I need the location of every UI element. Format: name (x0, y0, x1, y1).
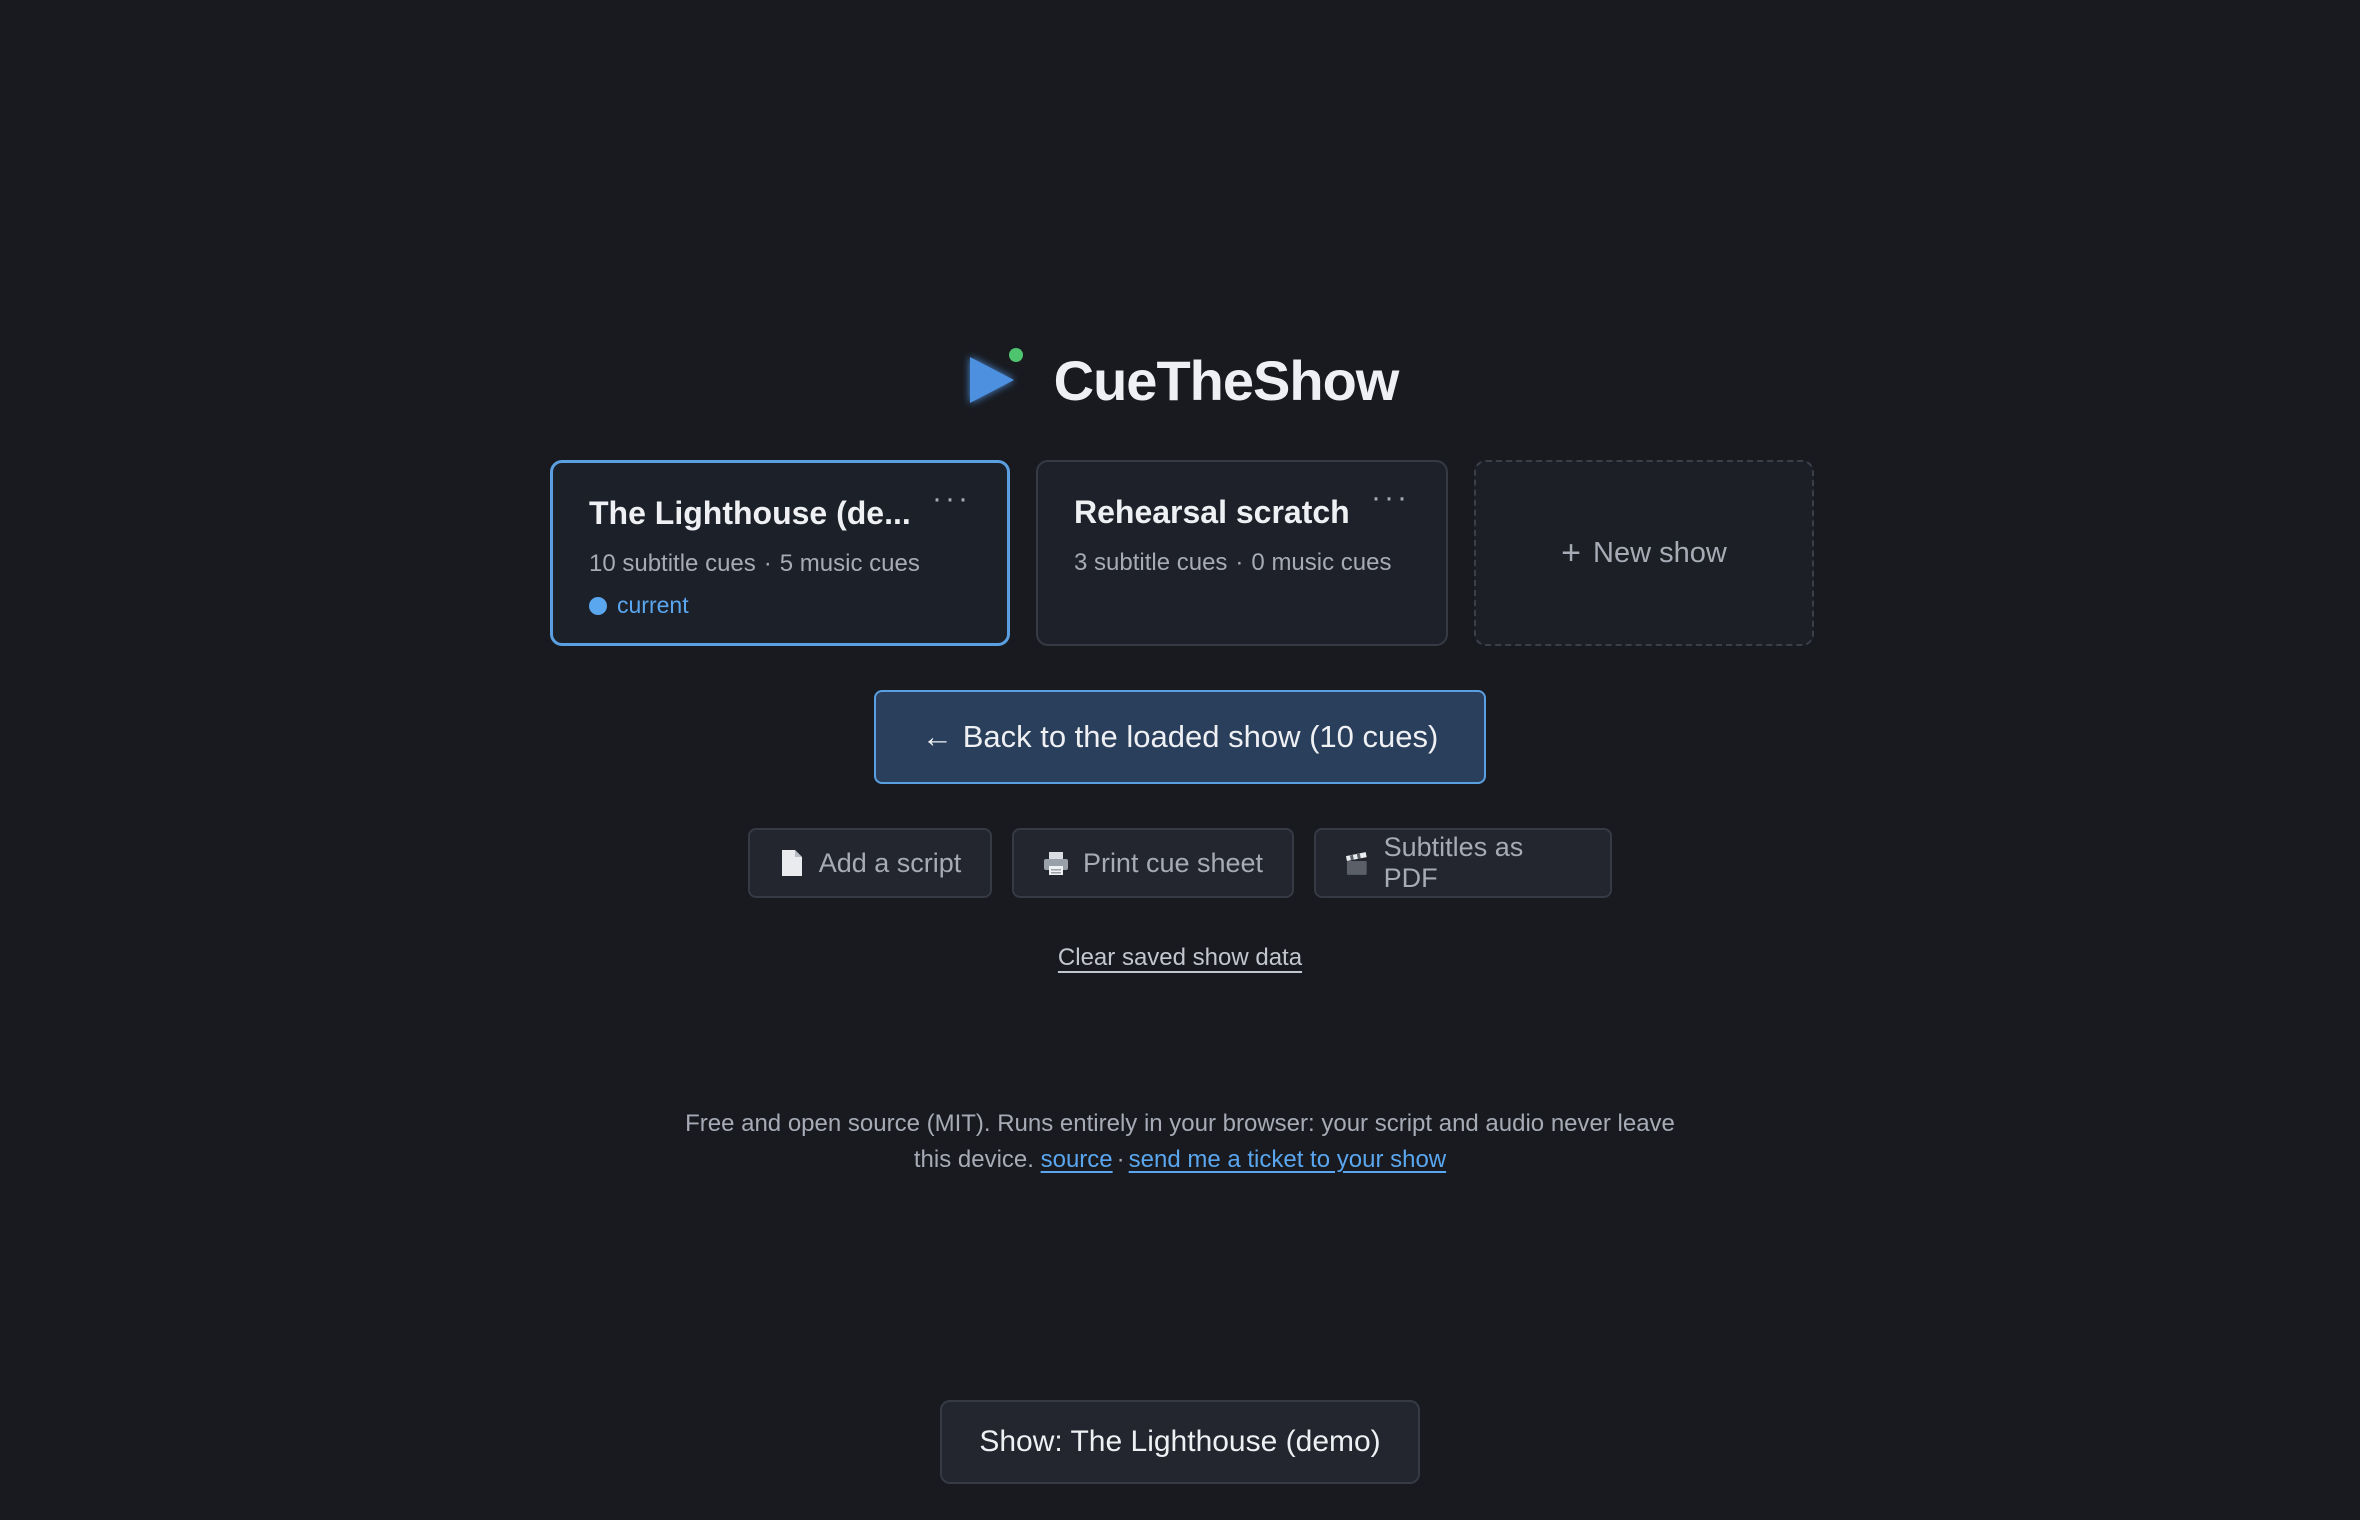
meta-separator: · (1235, 549, 1244, 576)
clear-saved-data-link[interactable]: Clear saved show data (1058, 944, 1302, 971)
music-cue-count: 0 music cues (1251, 549, 1392, 576)
show-card-current[interactable]: The Lighthouse (de... 10 subtitle cues · 5… (550, 460, 1010, 646)
footer-separator: · (1116, 1146, 1125, 1173)
new-show-button[interactable]: + New show (1474, 460, 1814, 646)
current-status-badge: current (589, 592, 971, 619)
status-label: current (617, 592, 689, 618)
subtitle-cue-count: 3 subtitle cues (1074, 549, 1228, 576)
current-show-pill[interactable]: Show: The Lighthouse (demo) (940, 1400, 1420, 1484)
printer-icon (1043, 852, 1068, 875)
app-logo: CueTheShow (0, 330, 2360, 430)
app-name: CueTheShow (1053, 348, 1400, 412)
music-cue-count: 5 music cues (779, 550, 920, 577)
footer-text: Free and open source (MIT). Runs entirel… (680, 1106, 1680, 1178)
more-horizontal-icon[interactable]: ··· (932, 484, 971, 514)
show-card-title: Rehearsal scratch (1074, 494, 1350, 530)
source-link[interactable]: source (1041, 1146, 1113, 1173)
show-list: The Lighthouse (de... 10 subtitle cues · 5… (550, 460, 1814, 646)
print-cue-sheet-label: Print cue sheet (1082, 847, 1264, 878)
more-horizontal-icon[interactable]: ··· (1371, 483, 1410, 513)
page: CueTheShow The Lighthouse (de... 10 subt… (0, 0, 2360, 1520)
back-to-loaded-show-button[interactable]: ← Back to the loaded show (10 cues) (874, 690, 1486, 784)
add-script-label: Add a script (818, 847, 962, 878)
show-card-rehearsal[interactable]: Rehearsal scratch 3 subtitle cues · 0 musi… (1036, 460, 1448, 646)
status-dot-icon (589, 596, 607, 615)
subtitles-pdf-label: Subtitles as PDF (1383, 832, 1524, 893)
arrow-left-icon: ← (921, 719, 953, 754)
print-cue-sheet-button[interactable]: Print cue sheet (1012, 828, 1294, 898)
new-show-label: New show (1593, 536, 1727, 569)
play-logo-icon (962, 347, 1028, 413)
plus-icon: + (1561, 534, 1582, 572)
show-card-meta: 10 subtitle cues · 5 music cues (589, 550, 971, 578)
add-script-button[interactable]: Add a script (748, 828, 992, 898)
document-icon (781, 850, 802, 876)
clear-data-row: Clear saved show data (0, 944, 2360, 972)
clapperboard-icon (1345, 852, 1367, 875)
meta-separator: · (763, 550, 772, 577)
ticket-link[interactable]: send me a ticket to your show (1129, 1146, 1446, 1173)
subtitle-cue-count: 10 subtitle cues (589, 550, 756, 577)
back-button-label: Back to the loaded show (10 cues) (962, 719, 1439, 754)
tool-buttons: Add a script Print cue sheet Subtitles a… (748, 828, 1612, 898)
subtitles-pdf-button[interactable]: Subtitles as PDF (1314, 828, 1612, 898)
show-card-title: The Lighthouse (de... (589, 495, 911, 531)
show-card-meta: 3 subtitle cues · 0 music cues (1074, 549, 1410, 577)
